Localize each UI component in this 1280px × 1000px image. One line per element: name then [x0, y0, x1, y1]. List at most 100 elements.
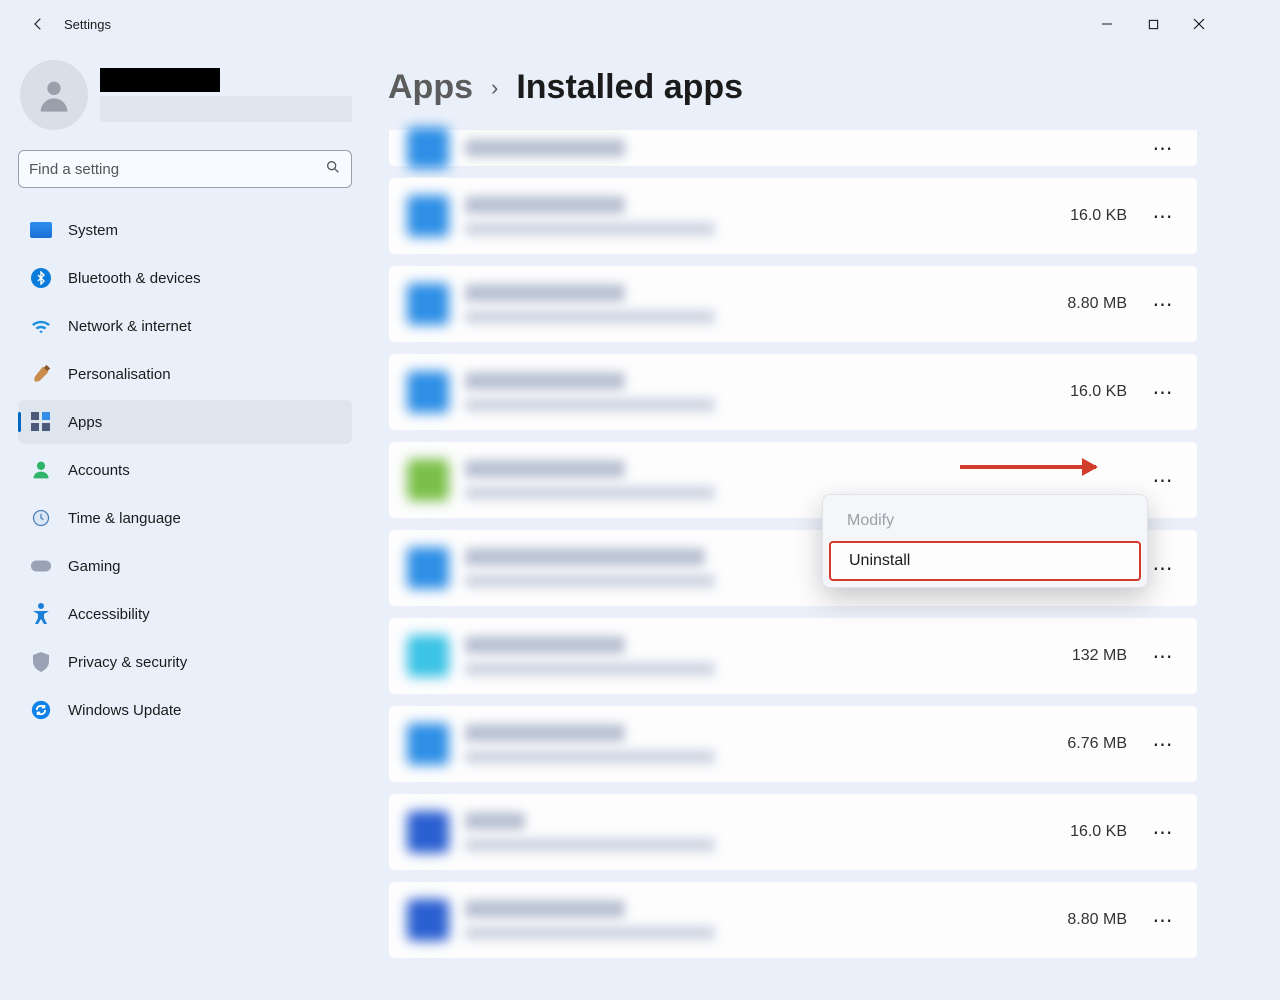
nav-label: Network & internet: [68, 318, 191, 335]
app-size: 16.0 KB: [1070, 207, 1127, 225]
nav-time-language[interactable]: Time & language: [18, 496, 352, 540]
app-more-button-active[interactable]: ⋯: [1151, 468, 1175, 493]
nav-gaming[interactable]: Gaming: [18, 544, 352, 588]
app-icon: [407, 459, 449, 501]
app-name-redacted: [465, 139, 625, 157]
profile-email-redacted: [100, 96, 352, 122]
app-size: 6.76 MB: [1067, 735, 1127, 753]
nav-accessibility[interactable]: Accessibility: [18, 592, 352, 636]
app-size: 8.80 MB: [1067, 295, 1127, 313]
nav-label: Personalisation: [68, 366, 171, 383]
close-button[interactable]: [1176, 8, 1222, 40]
app-icon: [407, 635, 449, 677]
nav-network[interactable]: Network & internet: [18, 304, 352, 348]
app-row[interactable]: 6.76 MB ⋯: [388, 705, 1198, 783]
app-row[interactable]: 8.80 MB ⋯: [388, 265, 1198, 343]
nav-label: Gaming: [68, 558, 121, 575]
app-sub-redacted: [465, 486, 715, 500]
app-row[interactable]: ⋯: [388, 129, 1198, 167]
app-sub-redacted: [465, 574, 715, 588]
app-more-button[interactable]: ⋯: [1151, 908, 1175, 933]
app-name-redacted: [465, 372, 625, 390]
minimize-button[interactable]: [1084, 8, 1130, 40]
app-row[interactable]: 8.80 MB ⋯: [388, 881, 1198, 959]
gamepad-icon: [30, 555, 52, 577]
nav-system[interactable]: System: [18, 208, 352, 252]
app-name-redacted: [465, 284, 625, 302]
titlebar: Settings: [0, 0, 1232, 48]
app-icon: [407, 811, 449, 853]
window-title: Settings: [64, 17, 111, 32]
brush-icon: [30, 363, 52, 385]
nav-label: Windows Update: [68, 702, 181, 719]
back-button[interactable]: [20, 6, 56, 42]
context-modify: Modify: [829, 501, 1141, 541]
maximize-button[interactable]: [1130, 8, 1176, 40]
content-pane: Apps › Installed apps ⋯ 16.0 KB ⋯: [360, 48, 1232, 962]
update-icon: [30, 699, 52, 721]
app-row[interactable]: 16.0 KB ⋯: [388, 177, 1198, 255]
app-more-button[interactable]: ⋯: [1151, 644, 1175, 669]
app-sub-redacted: [465, 662, 715, 676]
nav-bluetooth[interactable]: Bluetooth & devices: [18, 256, 352, 300]
breadcrumb-parent[interactable]: Apps: [388, 68, 473, 107]
search-box[interactable]: [18, 150, 352, 188]
nav-label: System: [68, 222, 118, 239]
app-sub-redacted: [465, 750, 715, 764]
profile-name-redacted: [100, 68, 220, 92]
app-row[interactable]: 16.0 KB ⋯: [388, 793, 1198, 871]
app-more-button[interactable]: ⋯: [1151, 556, 1175, 581]
app-name-redacted: [465, 724, 625, 742]
nav-accounts[interactable]: Accounts: [18, 448, 352, 492]
app-more-button[interactable]: ⋯: [1151, 732, 1175, 757]
app-size: 132 MB: [1072, 647, 1127, 665]
app-name-redacted: [465, 812, 525, 830]
app-size: 8.80 MB: [1067, 911, 1127, 929]
app-sub-redacted: [465, 838, 715, 852]
app-sub-redacted: [465, 398, 715, 412]
apps-icon: [30, 411, 52, 433]
app-icon: [407, 723, 449, 765]
nav-label: Bluetooth & devices: [68, 270, 201, 287]
app-icon: [407, 899, 449, 941]
app-name-redacted: [465, 636, 625, 654]
app-icon: [407, 195, 449, 237]
app-sub-redacted: [465, 222, 715, 236]
person-icon: [30, 459, 52, 481]
profile-block[interactable]: [18, 60, 352, 130]
avatar: [20, 60, 88, 130]
app-row[interactable]: 132 MB ⋯: [388, 617, 1198, 695]
app-more-button[interactable]: ⋯: [1151, 136, 1175, 161]
app-more-button[interactable]: ⋯: [1151, 820, 1175, 845]
app-size: 16.0 KB: [1070, 823, 1127, 841]
nav-label: Privacy & security: [68, 654, 187, 671]
app-more-button[interactable]: ⋯: [1151, 380, 1175, 405]
shield-icon: [30, 651, 52, 673]
app-row[interactable]: 16.0 KB ⋯: [388, 353, 1198, 431]
monitor-icon: [30, 219, 52, 241]
app-icon: [407, 283, 449, 325]
nav-privacy[interactable]: Privacy & security: [18, 640, 352, 684]
app-icon: [407, 371, 449, 413]
nav-label: Accounts: [68, 462, 130, 479]
context-uninstall[interactable]: Uninstall: [829, 541, 1141, 581]
app-more-button[interactable]: ⋯: [1151, 292, 1175, 317]
app-context-menu: Modify Uninstall: [822, 494, 1148, 588]
nav-list: System Bluetooth & devices Network & int…: [18, 208, 352, 732]
app-name-redacted: [465, 900, 625, 918]
nav-personalisation[interactable]: Personalisation: [18, 352, 352, 396]
app-name-redacted: [465, 196, 625, 214]
accessibility-icon: [30, 603, 52, 625]
nav-apps[interactable]: Apps: [18, 400, 352, 444]
app-more-button[interactable]: ⋯: [1151, 204, 1175, 229]
bluetooth-icon: [30, 267, 52, 289]
breadcrumb: Apps › Installed apps: [388, 68, 1198, 107]
nav-label: Time & language: [68, 510, 181, 527]
app-icon: [407, 547, 449, 589]
search-icon: [325, 159, 341, 179]
nav-windows-update[interactable]: Windows Update: [18, 688, 352, 732]
app-name-redacted: [465, 548, 705, 566]
app-sub-redacted: [465, 310, 715, 324]
search-input[interactable]: [29, 161, 325, 178]
app-size: 16.0 KB: [1070, 383, 1127, 401]
